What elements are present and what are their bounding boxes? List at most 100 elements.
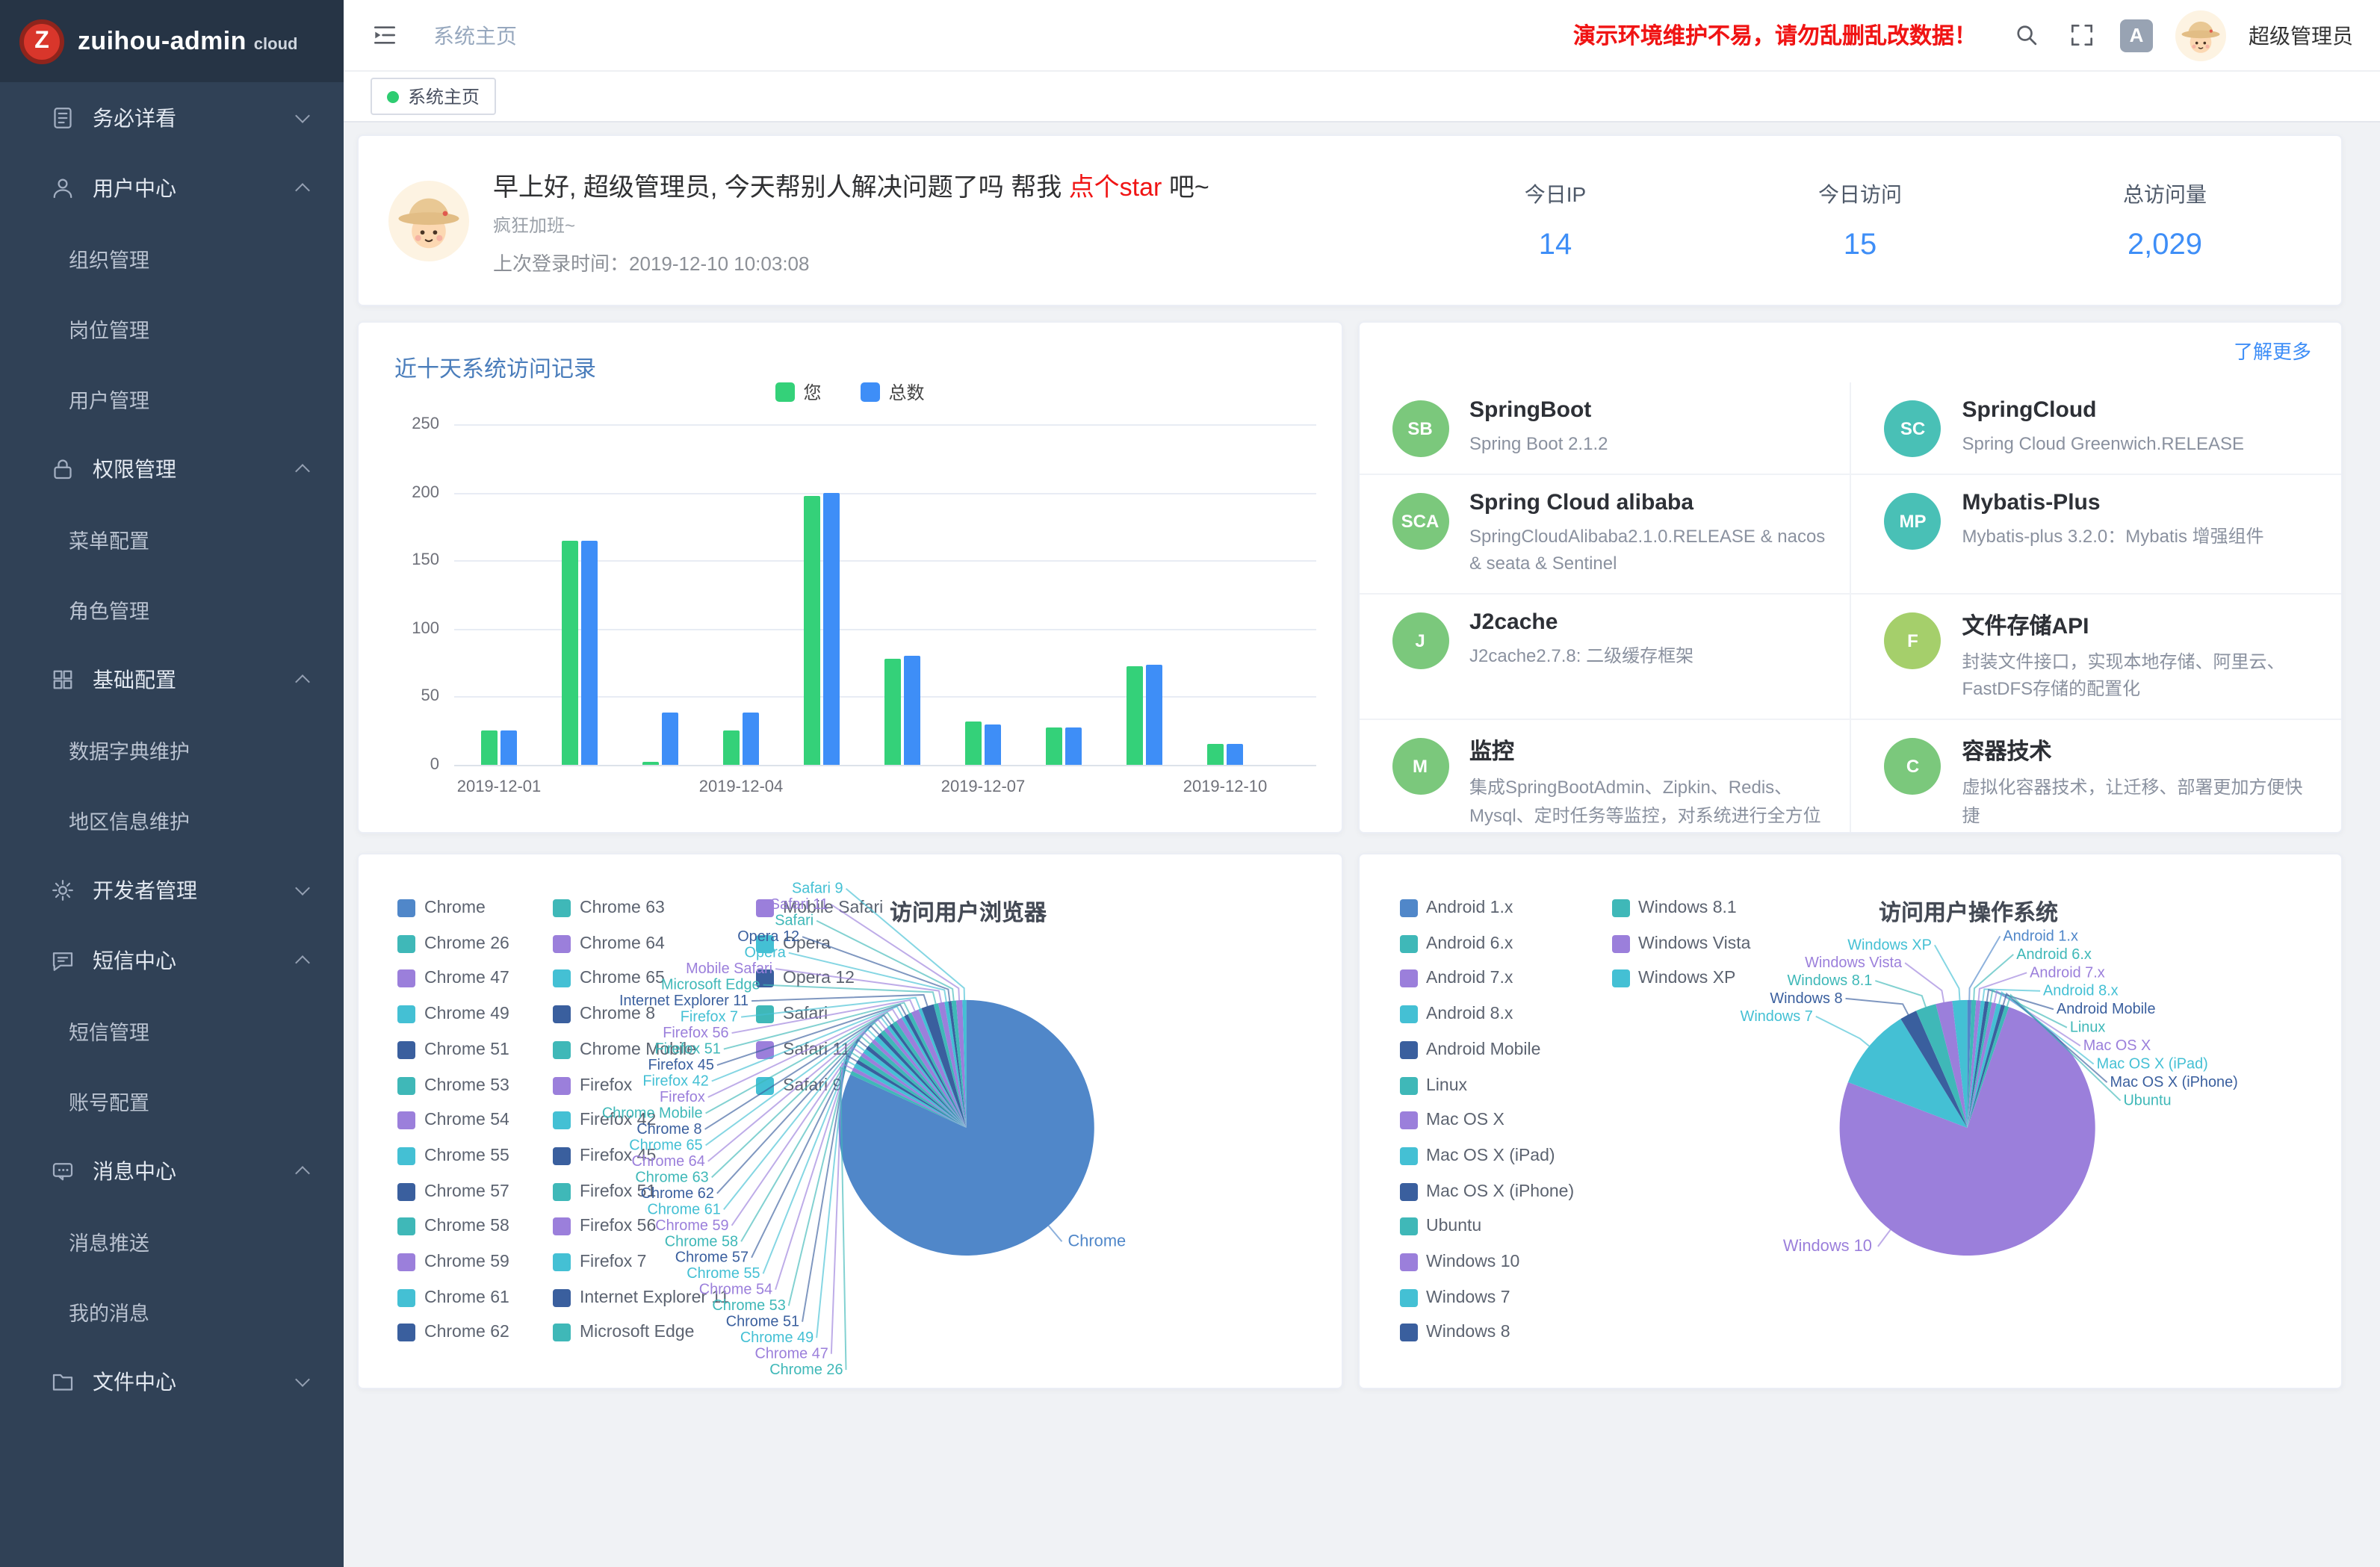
sidebar-item-0[interactable]: 务必详看 (0, 82, 344, 152)
sidebar-subitem-5-1[interactable]: 账号配置 (0, 1065, 344, 1135)
breadcrumb[interactable]: 系统主页 (433, 20, 517, 50)
font-size-icon[interactable]: A (2120, 19, 2153, 52)
stat-label: 总访问量 (2105, 179, 2225, 208)
bar[interactable] (1065, 728, 1082, 765)
y-tick-label: 200 (359, 483, 439, 501)
sidebar-subitem-6-0[interactable]: 消息推送 (0, 1205, 344, 1276)
last-login-time: 2019-12-10 10:03:08 (629, 252, 809, 274)
bar[interactable] (884, 659, 901, 765)
sidebar-subitem-2-1[interactable]: 角色管理 (0, 574, 344, 644)
features-grid: SBSpringBootSpring Boot 2.1.2SCSpringClo… (1359, 382, 2341, 834)
sidebar-subitem-1-1[interactable]: 岗位管理 (0, 293, 344, 363)
fullscreen-icon[interactable] (2065, 19, 2098, 52)
sidebar-toggle-button[interactable] (368, 19, 400, 52)
pie-label: Chrome 57 (675, 1250, 749, 1266)
feature-desc: 封装文件接口，实现本地存储、阿里云、FastDFS存储的配置化 (1962, 648, 2318, 704)
feature-info: J2cacheJ2cache2.7.8: 二级缓存框架 (1469, 609, 1693, 670)
sidebar-subitem-1-2[interactable]: 用户管理 (0, 363, 344, 433)
legend-item-1[interactable]: 总数 (861, 379, 925, 405)
sidebar-item-2[interactable]: 权限管理 (0, 433, 344, 503)
feature-item-5[interactable]: F 文件存储API 封装文件接口，实现本地存储、阿里云、FastDFS存储的配置化 (1850, 595, 2342, 720)
sidebar-subitem-3-0[interactable]: 数据字典维护 (0, 714, 344, 784)
feature-item-7[interactable]: C容器技术虚拟化容器技术，让迁移、部署更加方便快捷 (1850, 720, 2342, 834)
sidebar-item-7[interactable]: 文件中心 (0, 1346, 344, 1416)
pie-label: Firefox 42 (642, 1073, 708, 1089)
bar[interactable] (965, 722, 982, 765)
tab-active-dot-icon (387, 90, 399, 102)
bar[interactable] (662, 713, 678, 765)
bar[interactable] (1207, 745, 1224, 765)
feature-title: SpringCloud (1962, 397, 2245, 423)
sidebar-subitem-3-1[interactable]: 地区信息维护 (0, 784, 344, 854)
sidebar-subitem-2-0[interactable]: 菜单配置 (0, 503, 344, 574)
sidebar-item-6[interactable]: 消息中心 (0, 1135, 344, 1205)
learn-more-link[interactable]: 了解更多 (2234, 336, 2311, 364)
feature-item-4[interactable]: JJ2cacheJ2cache2.7.8: 二级缓存框架 (1359, 595, 1850, 720)
lock-icon (49, 455, 76, 482)
bar[interactable] (743, 713, 759, 765)
pie-label: Chrome 47 (755, 1346, 828, 1362)
pie-label: Chrome 53 (712, 1297, 785, 1314)
bar[interactable] (1046, 727, 1062, 765)
label-line (1845, 999, 1908, 1014)
demo-warning-text: 演示环境维护不易，请勿乱删乱改数据！ (1573, 19, 1977, 51)
bar[interactable] (1127, 667, 1143, 765)
tab-home[interactable]: 系统主页 (371, 78, 496, 115)
bar[interactable] (823, 492, 840, 765)
bar[interactable] (985, 724, 1001, 765)
feature-title: 容器技术 (1962, 735, 2318, 766)
star-link[interactable]: 点个star (1069, 173, 1162, 201)
bar[interactable] (723, 730, 740, 765)
chevron-up-icon (295, 955, 310, 970)
pie-label: Chrome 8 (636, 1121, 701, 1138)
feature-title: 文件存储API (1962, 609, 2318, 641)
pie-label: Android Mobile (2056, 1001, 2155, 1017)
pie-label: Mac OS X (iPad) (2096, 1056, 2207, 1073)
sidebar-item-1[interactable]: 用户中心 (0, 152, 344, 223)
gear-icon (49, 876, 76, 903)
feature-item-0[interactable]: SBSpringBootSpring Boot 2.1.2 (1359, 382, 1850, 474)
feature-badge: SCA (1392, 492, 1448, 549)
sidebar-subitem-6-1[interactable]: 我的消息 (0, 1276, 344, 1346)
legend-label: 您 (803, 379, 821, 405)
sidebar-item-4[interactable]: 开发者管理 (0, 854, 344, 925)
feature-item-2[interactable]: SCASpring Cloud alibabaSpringCloudAlibab… (1359, 474, 1850, 594)
user-avatar[interactable] (2175, 10, 2226, 60)
feature-item-3[interactable]: MPMybatis-PlusMybatis-plus 3.2.0：Mybatis… (1850, 474, 2342, 594)
bar[interactable] (642, 762, 659, 765)
bar[interactable] (581, 540, 598, 765)
sidebar-subitem-5-0[interactable]: 短信管理 (0, 995, 344, 1065)
sidebar-logo[interactable]: Z zuihou-admin cloud (0, 0, 344, 82)
feature-item-6[interactable]: M监控集成SpringBootAdmin、Zipkin、Redis、Mysql、… (1359, 720, 1850, 834)
bar[interactable] (1146, 665, 1162, 765)
feature-title: Spring Cloud alibaba (1469, 489, 1826, 515)
sidebar-item-5[interactable]: 短信中心 (0, 925, 344, 995)
sidebar-item-label: 务必详看 (93, 102, 176, 132)
feature-badge: F (1885, 612, 1942, 669)
label-line (1815, 1017, 1868, 1046)
bar[interactable] (481, 730, 498, 765)
sidebar-subitem-1-0[interactable]: 组织管理 (0, 223, 344, 293)
pie-label: Chrome 49 (740, 1329, 814, 1346)
sidebar-subitem-label: 岗位管理 (69, 313, 149, 343)
sidebar-item-label: 权限管理 (93, 453, 176, 483)
bar[interactable] (501, 730, 517, 765)
bar[interactable] (804, 497, 820, 765)
stat-2: 总访问量2,029 (2105, 179, 2225, 262)
username[interactable]: 超级管理员 (2249, 20, 2353, 50)
pie-label: Windows 8 (1769, 990, 1841, 1007)
search-icon[interactable] (2009, 19, 2042, 52)
pie-label: Firefox 51 (654, 1041, 720, 1058)
y-tick-label: 0 (359, 756, 439, 774)
pie-label: Windows 10 (1782, 1236, 1871, 1255)
pie-label: Windows Vista (1804, 955, 1902, 971)
sidebar-item-3[interactable]: 基础配置 (0, 644, 344, 714)
bar[interactable] (904, 656, 920, 765)
pie-label: Ubuntu (2122, 1093, 2170, 1109)
label-line (1934, 945, 1959, 1000)
bar[interactable] (562, 540, 578, 765)
legend-item-0[interactable]: 您 (775, 379, 821, 405)
bar[interactable] (1227, 745, 1243, 765)
pie-label: Chrome 26 (769, 1362, 843, 1378)
feature-item-1[interactable]: SCSpringCloudSpring Cloud Greenwich.RELE… (1850, 382, 2342, 474)
